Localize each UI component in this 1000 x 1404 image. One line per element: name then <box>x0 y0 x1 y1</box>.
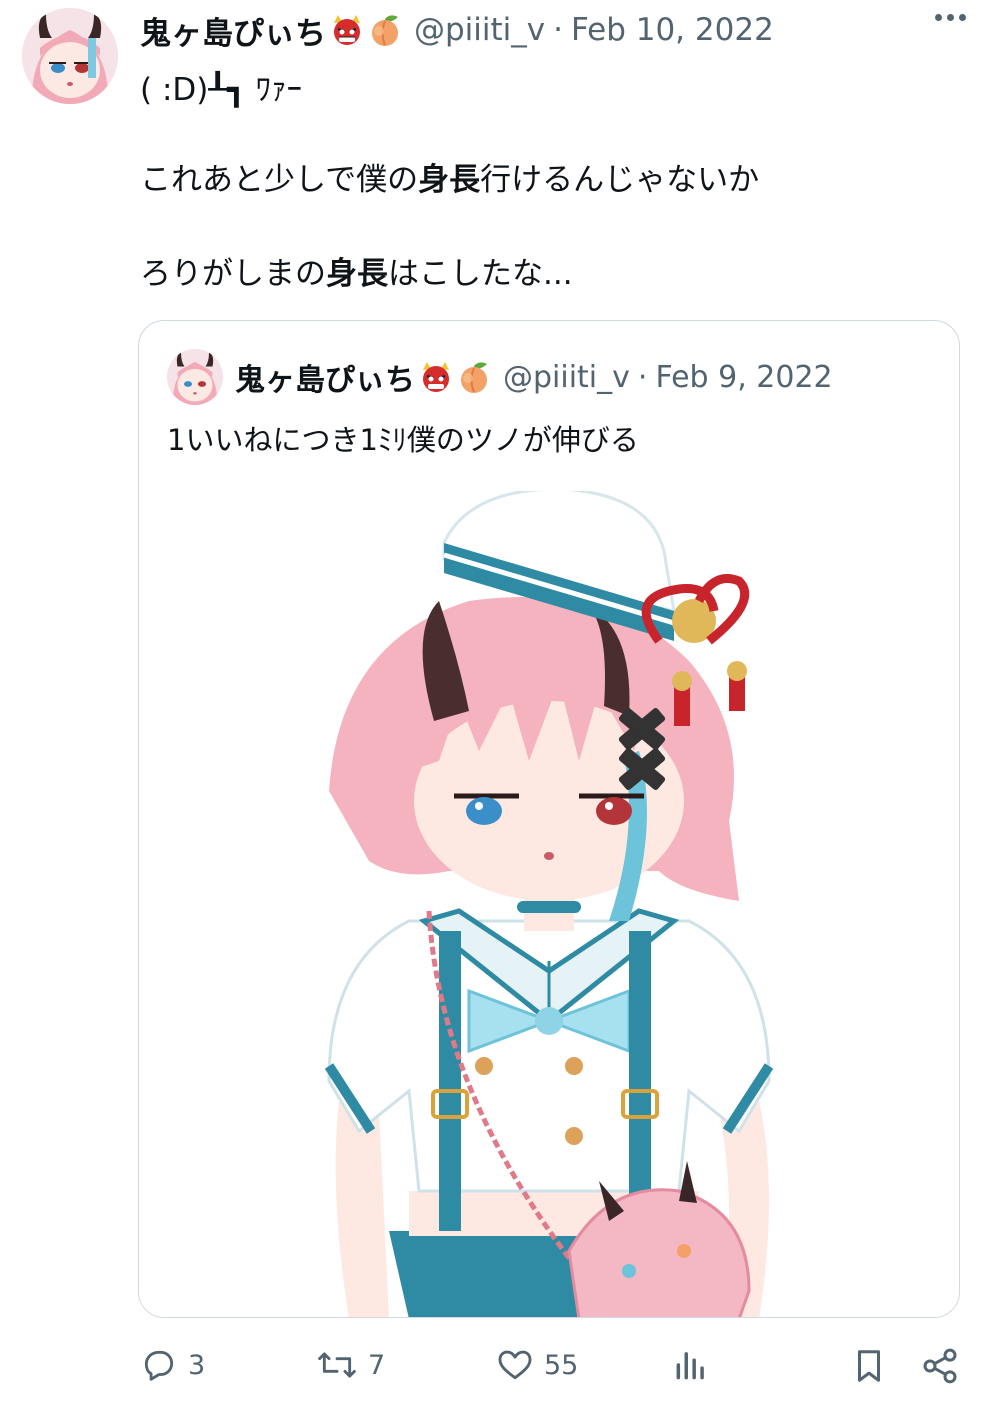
share-icon <box>923 1348 957 1384</box>
reply-icon <box>144 1350 174 1381</box>
separator-dot: · <box>637 359 648 395</box>
quoted-tweet-date: Feb 9, 2022 <box>655 359 833 395</box>
author-avatar[interactable] <box>22 8 118 104</box>
quoted-author-handle: @piiiti_v <box>503 359 630 395</box>
like-button[interactable]: 55 <box>496 1346 578 1384</box>
retweet-count: 7 <box>368 1349 386 1381</box>
tweet-action-bar: 3 7 55 <box>0 1340 1000 1404</box>
heart-icon <box>498 1350 532 1380</box>
retweet-button[interactable]: 7 <box>316 1346 385 1384</box>
quoted-author-name: 鬼ヶ島ぴぃち <box>235 363 415 398</box>
tweet-date[interactable]: Feb 10, 2022 <box>571 12 774 48</box>
ogre-icon <box>419 360 453 394</box>
reply-count: 3 <box>188 1349 206 1381</box>
retweet-icon <box>318 1352 356 1378</box>
author-handle[interactable]: @piiiti_v <box>414 12 545 48</box>
quoted-tweet-card[interactable]: 鬼ヶ島ぴぃち @piiiti_v · Feb 9, 2022 1いいねにつき1ﾐ… <box>138 320 960 1318</box>
more-options-icon[interactable] <box>935 14 966 21</box>
ogre-icon <box>330 13 364 47</box>
separator-dot: · <box>553 12 563 48</box>
tweet-text-line-2: これあと少しで僕の身長行けるんじゃないか <box>140 162 760 198</box>
tweet-text-line-3: ろりがしまの身長はこしたな... <box>140 256 573 292</box>
share-button[interactable] <box>920 1346 960 1386</box>
author-name[interactable]: 鬼ヶ島ぴぃち <box>140 8 326 53</box>
like-count: 55 <box>544 1349 579 1381</box>
peach-icon <box>457 360 491 394</box>
tweet-text-line-1: ( :D)┸┓ ﾜｧｰ <box>140 72 303 108</box>
peach-icon <box>368 13 402 47</box>
views-button[interactable] <box>672 1346 710 1384</box>
quoted-tweet-image[interactable] <box>139 487 959 1317</box>
quoted-tweet-text: 1いいねにつき1ﾐﾘ僕のツノが伸びる <box>167 423 639 457</box>
analytics-icon <box>676 1352 704 1380</box>
quoted-tweet-header: 鬼ヶ島ぴぃち @piiiti_v · Feb 9, 2022 <box>235 355 833 399</box>
bookmark-button[interactable] <box>850 1346 888 1386</box>
bookmark-icon <box>857 1350 881 1382</box>
quoted-author-avatar[interactable] <box>167 349 223 405</box>
reply-button[interactable]: 3 <box>140 1346 205 1384</box>
tweet-header: 鬼ヶ島ぴぃち @piiiti_v · Feb 10, 2022 <box>140 8 774 52</box>
